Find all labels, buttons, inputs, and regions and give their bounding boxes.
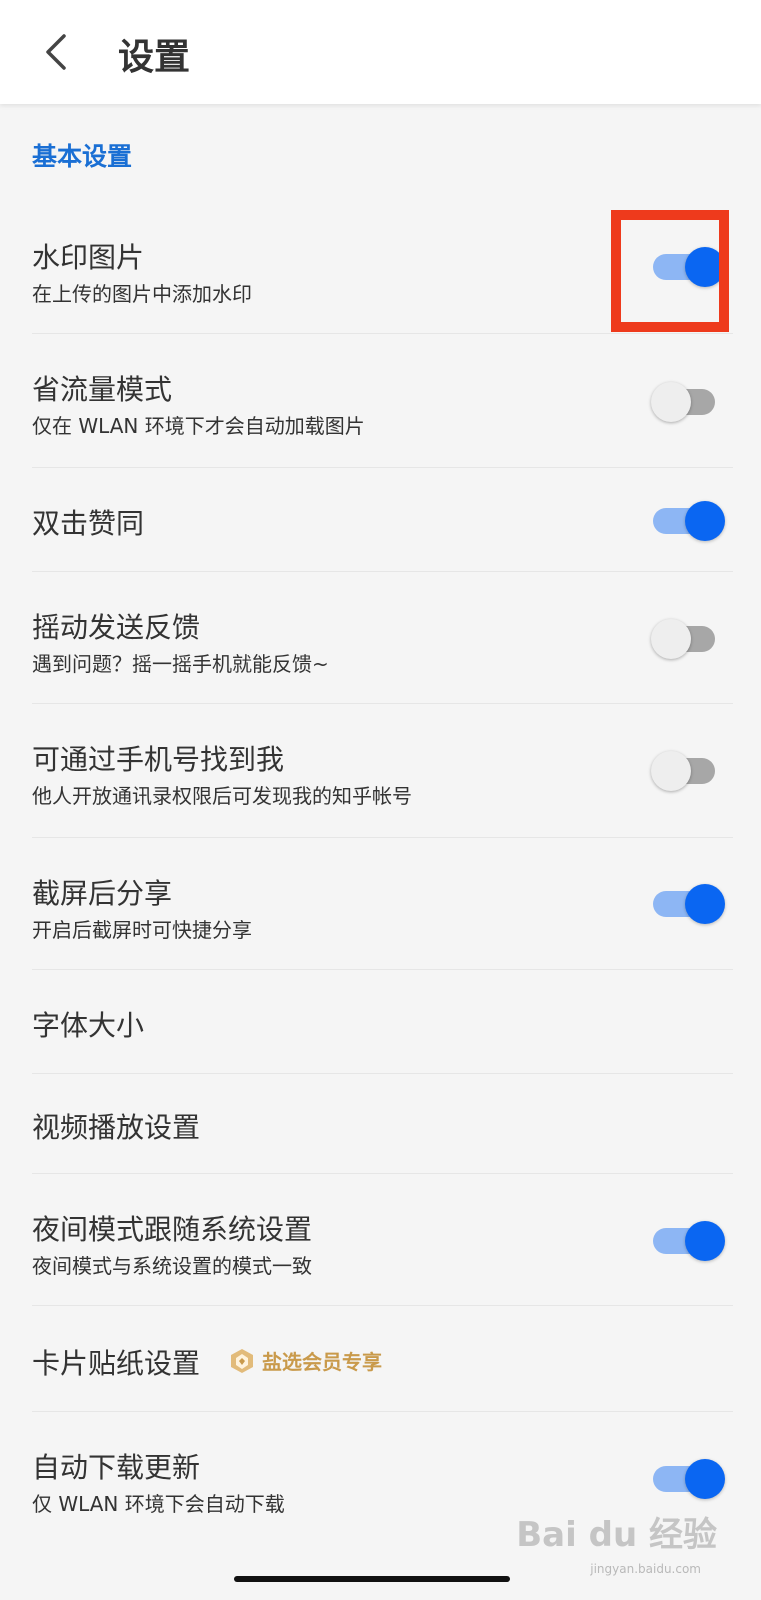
setting-row-find-by-phone[interactable]: 可通过手机号找到我 他人开放通讯录权限后可发现我的知乎帐号: [0, 704, 761, 838]
toggle-switch[interactable]: [651, 751, 715, 791]
setting-row-night-mode[interactable]: 夜间模式跟随系统设置 夜间模式与系统设置的模式一致: [0, 1174, 761, 1306]
setting-title: 省流量模式: [32, 373, 173, 406]
back-button[interactable]: [28, 24, 84, 80]
toggle-knob: [685, 501, 725, 541]
setting-title: 自动下载更新: [32, 1451, 201, 1484]
home-indicator[interactable]: [234, 1576, 510, 1582]
vip-badge-label: 盐选会员专享: [262, 1350, 382, 1374]
setting-subtitle: 夜间模式与系统设置的模式一致: [32, 1254, 312, 1278]
toggle-knob: [685, 884, 725, 924]
vip-icon: [231, 1348, 253, 1373]
page-title: 设置: [118, 37, 191, 78]
chevron-left-icon: [46, 34, 66, 70]
setting-row-shake-feedback[interactable]: 摇动发送反馈 遇到问题？摇一摇手机就能反馈~: [0, 572, 761, 704]
setting-subtitle: 开启后截屏时可快捷分享: [32, 918, 252, 942]
setting-title: 视频播放设置: [32, 1111, 201, 1144]
setting-row-data-saver[interactable]: 省流量模式 仅在 WLAN 环境下才会自动加载图片: [0, 334, 761, 468]
setting-row-video-playback[interactable]: 视频播放设置: [0, 1074, 761, 1174]
setting-row-font-size[interactable]: 字体大小: [0, 970, 761, 1074]
setting-subtitle: 在上传的图片中添加水印: [32, 282, 252, 306]
setting-row-card-stickers[interactable]: 卡片贴纸设置 盐选会员专享: [0, 1306, 761, 1412]
setting-row-double-tap[interactable]: 双击赞同: [0, 468, 761, 572]
toggle-switch[interactable]: [651, 382, 715, 422]
setting-subtitle: 遇到问题？摇一摇手机就能反馈~: [32, 652, 329, 676]
setting-title: 字体大小: [32, 1009, 145, 1042]
highlight-box: [611, 210, 729, 332]
toggle-switch[interactable]: [651, 619, 715, 659]
watermark-url: jingyan.baidu.com: [590, 1562, 701, 1576]
toggle-switch[interactable]: [653, 501, 725, 541]
toggle-knob: [685, 1459, 725, 1499]
setting-title: 截屏后分享: [32, 877, 173, 910]
vip-badge: 盐选会员专享: [228, 1346, 382, 1375]
setting-subtitle: 他人开放通讯录权限后可发现我的知乎帐号: [32, 784, 412, 808]
toggle-switch[interactable]: [653, 884, 725, 924]
toggle-knob: [685, 1221, 725, 1261]
setting-title: 夜间模式跟随系统设置: [32, 1213, 313, 1246]
toggle-knob: [651, 619, 691, 659]
setting-title: 卡片贴纸设置: [32, 1347, 201, 1380]
setting-title: 双击赞同: [32, 507, 145, 540]
setting-title: 摇动发送反馈: [32, 611, 201, 644]
toggle-switch[interactable]: [653, 1221, 725, 1261]
setting-title: 可通过手机号找到我: [32, 743, 285, 776]
section-title: 基本设置: [32, 142, 133, 171]
watermark: Bai du 经验: [516, 1515, 717, 1555]
setting-title: 水印图片: [32, 241, 145, 274]
setting-subtitle: 仅 WLAN 环境下会自动下载: [32, 1492, 285, 1516]
setting-subtitle: 仅在 WLAN 环境下才会自动加载图片: [32, 414, 365, 438]
toggle-knob: [651, 751, 691, 791]
toggle-switch[interactable]: [653, 1459, 725, 1499]
toggle-knob: [651, 382, 691, 422]
setting-row-screenshot-share[interactable]: 截屏后分享 开启后截屏时可快捷分享: [0, 838, 761, 970]
top-bar: 设置: [0, 0, 761, 104]
